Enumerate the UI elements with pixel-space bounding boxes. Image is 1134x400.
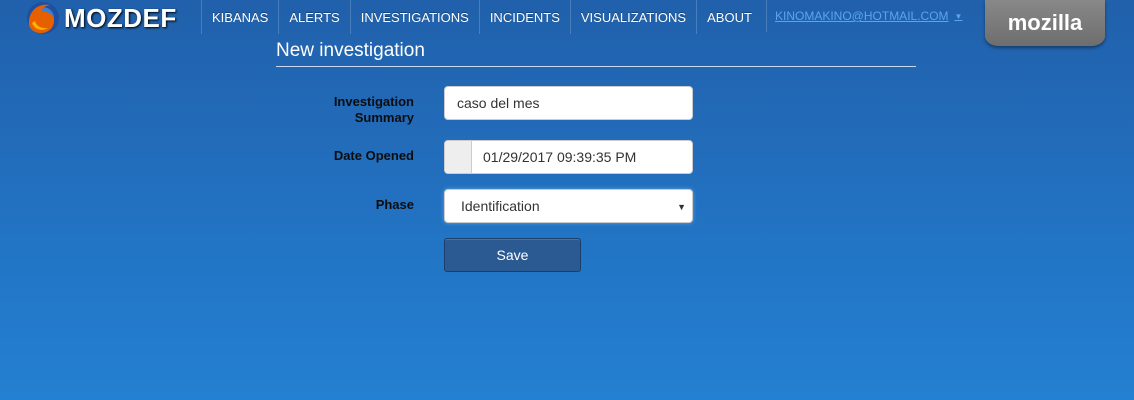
chevron-down-icon: ▼ [954, 11, 963, 21]
nav-item-incidents[interactable]: INCIDENTS [478, 0, 570, 34]
save-button[interactable]: Save [444, 238, 581, 272]
phase-value: Identification [461, 198, 540, 214]
brand[interactable]: MOZDEF [24, 0, 177, 36]
user-email: KINOMAKINO@HOTMAIL.COM [775, 9, 949, 23]
top-navbar: MOZDEF KIBANAS ALERTS INVESTIGATIONS INC… [0, 0, 1134, 46]
summary-value: caso del mes [457, 95, 540, 111]
user-menu[interactable]: KINOMAKINO@HOTMAIL.COM ▼ [766, 0, 970, 32]
date-opened-value: 01/29/2017 09:39:35 PM [483, 149, 637, 165]
summary-input[interactable]: caso del mes [444, 86, 693, 120]
nav-item-investigations[interactable]: INVESTIGATIONS [349, 0, 479, 34]
date-opened-label: Date Opened [333, 148, 414, 163]
phase-label: Phase [375, 197, 414, 212]
phase-select[interactable]: Identification ▼ [444, 189, 693, 223]
mozilla-tab[interactable]: mozilla [985, 0, 1105, 46]
nav-item-kibanas[interactable]: KIBANAS [201, 0, 278, 34]
brand-name: MOZDEF [64, 2, 177, 33]
firefox-logo-icon [24, 0, 62, 37]
mozilla-logo-text: mozilla [1007, 10, 1083, 35]
date-opened-input[interactable]: 01/29/2017 09:39:35 PM [444, 140, 693, 174]
nav-item-visualizations[interactable]: VISUALIZATIONS [569, 0, 696, 34]
summary-label: Investigation Summary [333, 94, 414, 125]
page-title: New investigation [276, 40, 916, 67]
nav-item-about[interactable]: ABOUT [696, 0, 762, 34]
chevron-down-icon: ▼ [677, 202, 686, 212]
main-nav: KIBANAS ALERTS INVESTIGATIONS INCIDENTS … [201, 0, 762, 34]
nav-item-alerts[interactable]: ALERTS [278, 0, 349, 34]
calendar-addon[interactable] [445, 141, 472, 173]
